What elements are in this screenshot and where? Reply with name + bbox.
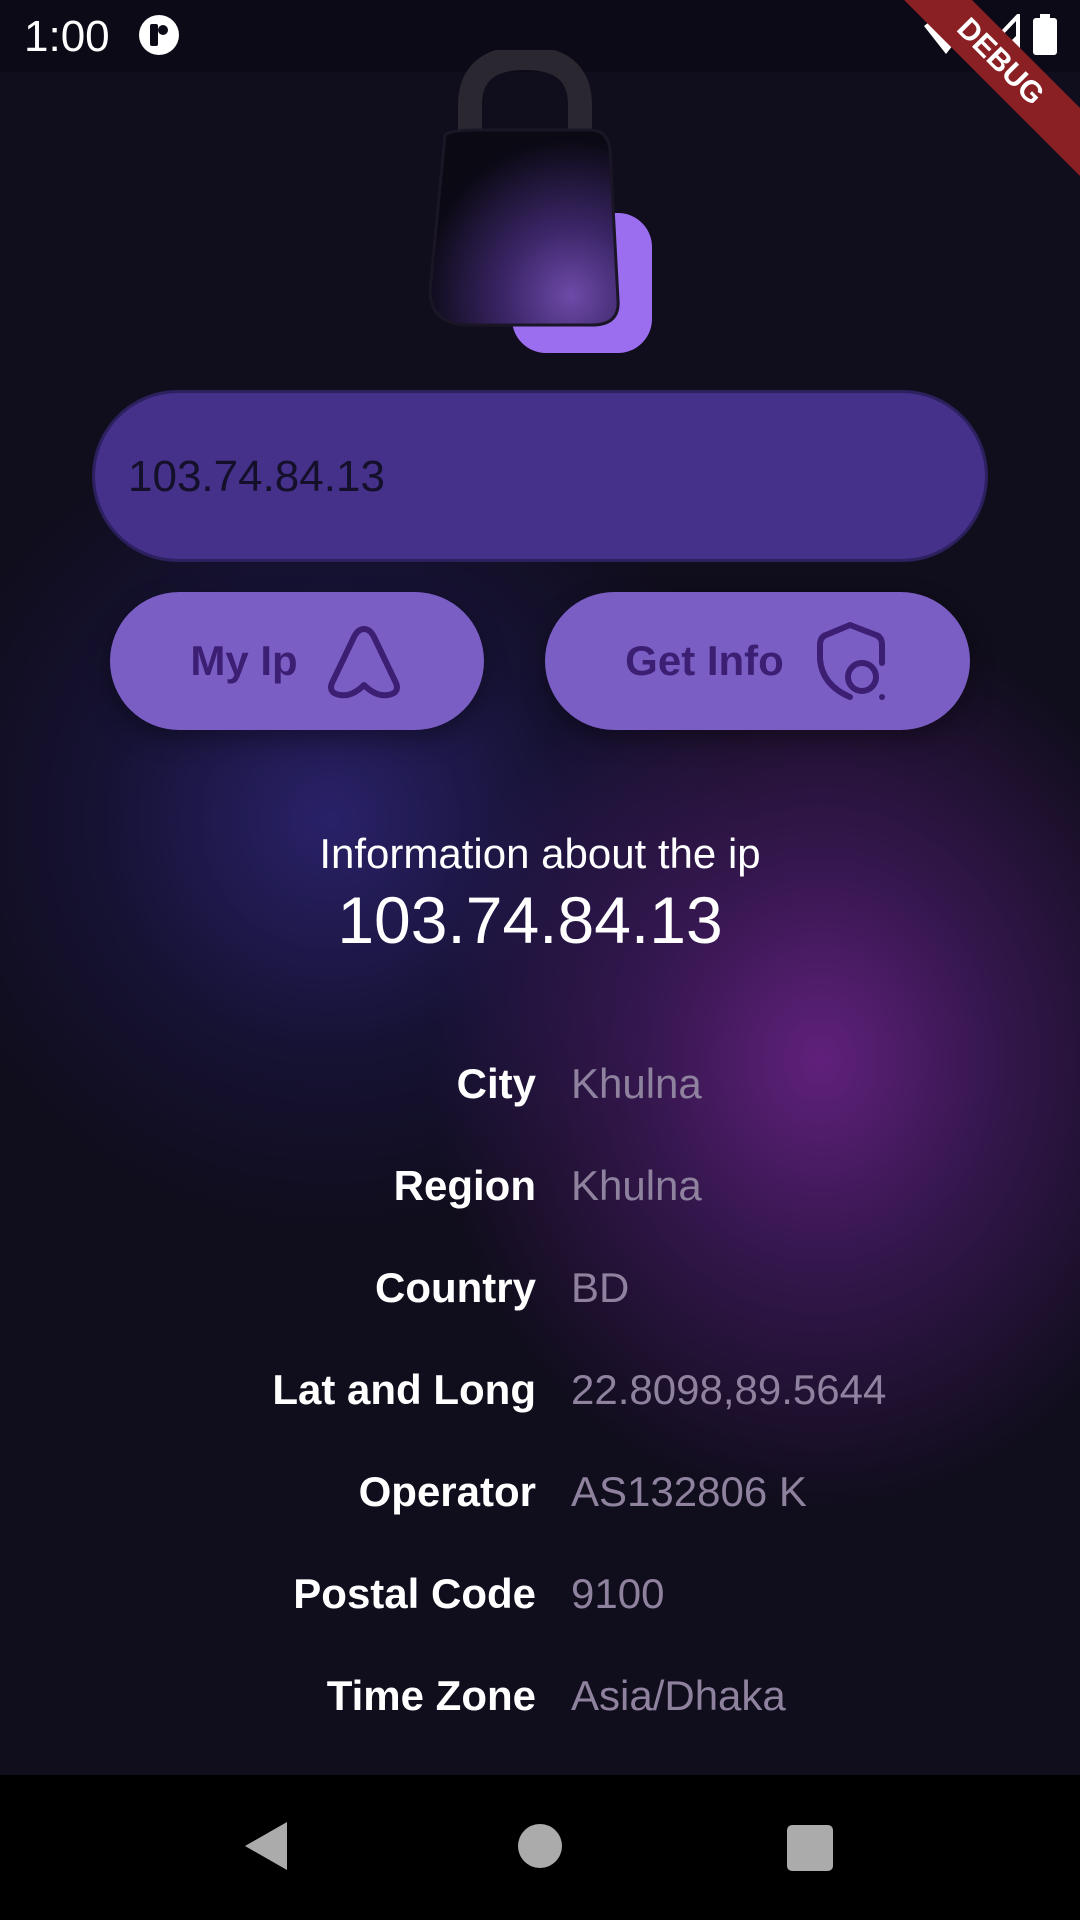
home-icon[interactable] <box>518 1824 562 1868</box>
ip-input[interactable] <box>126 390 950 564</box>
my-ip-button[interactable]: My Ip <box>110 592 484 730</box>
info-key: Country <box>375 1264 536 1311</box>
info-key: Operator <box>358 1468 536 1515</box>
info-value: AS132806 K <box>571 1468 807 1515</box>
triangle-icon <box>327 626 400 699</box>
info-row-city: City Khulna <box>0 1060 1080 1120</box>
ip-input-field[interactable] <box>92 390 988 564</box>
info-value: BD <box>571 1264 630 1311</box>
info-row-country: Country BD <box>0 1264 1080 1324</box>
info-key: Postal Code <box>293 1570 536 1617</box>
back-icon[interactable] <box>243 1820 289 1872</box>
info-row-postal-code: Postal Code 9100 <box>0 1570 1080 1630</box>
app-badge-icon <box>139 15 179 55</box>
shield-search-icon <box>816 622 885 700</box>
info-heading: Information about the ip <box>319 830 761 877</box>
get-info-button[interactable]: Get Info <box>545 592 970 730</box>
battery-icon <box>1033 14 1057 55</box>
info-ip-address: 103.74.84.13 <box>337 883 723 957</box>
info-key: City <box>456 1060 536 1107</box>
info-value: 9100 <box>571 1570 665 1617</box>
info-key: Lat and Long <box>272 1366 536 1413</box>
app-screen: 1:00 DEBUG 103.74.84.13 My Ip Get Info I… <box>0 0 1080 1775</box>
info-value: Khulna <box>571 1060 702 1107</box>
info-row-time-zone: Time Zone Asia/Dhaka <box>0 1672 1080 1732</box>
info-value: Asia/Dhaka <box>571 1672 786 1719</box>
info-value: 22.8098,89.5644 <box>571 1366 887 1413</box>
info-value: Khulna <box>571 1162 702 1209</box>
info-key: Region <box>393 1162 536 1209</box>
info-row-lat-long: Lat and Long 22.8098,89.5644 <box>0 1366 1080 1426</box>
get-info-label: Get Info <box>625 637 784 684</box>
my-ip-label: My Ip <box>190 637 298 684</box>
lock-icon <box>428 50 652 353</box>
status-time: 1:00 <box>24 12 110 61</box>
info-key: Time Zone <box>326 1672 536 1719</box>
recents-icon[interactable] <box>787 1825 833 1871</box>
info-row-operator: Operator AS132806 K <box>0 1468 1080 1528</box>
info-row-region: Region Khulna <box>0 1162 1080 1222</box>
